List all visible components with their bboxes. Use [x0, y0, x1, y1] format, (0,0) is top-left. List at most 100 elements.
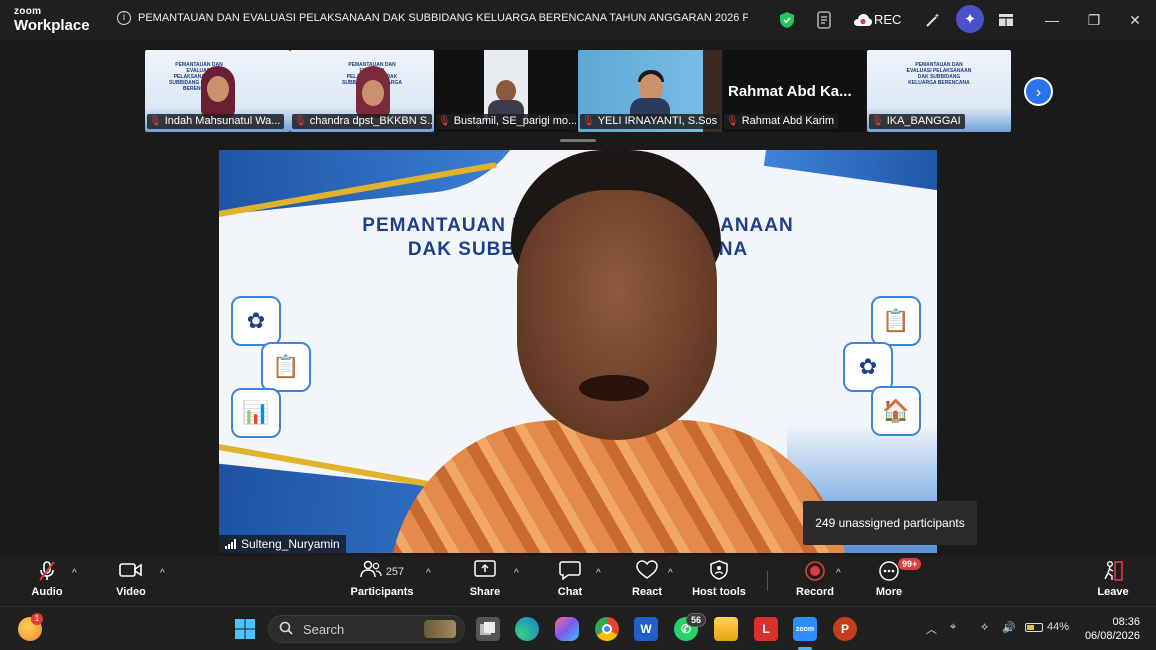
leave-icon [1102, 560, 1124, 584]
video-button[interactable]: Video [114, 560, 148, 604]
chat-options-caret[interactable]: ^ [596, 568, 601, 579]
participants-count: 257 [385, 566, 405, 578]
participant-name-tag: 🎙 YELI IRNAYANTI, S.Sos [580, 114, 720, 129]
record-button[interactable]: Record [796, 560, 834, 604]
participant-video [630, 66, 670, 120]
video-camera-icon [119, 560, 143, 584]
word-icon[interactable]: W [634, 617, 658, 641]
more-dots-icon [878, 560, 900, 584]
participant-tile[interactable]: PEMANTAUAN DAN EVALUASI PELAKSANAAN DAK … [145, 50, 290, 132]
heart-icon [636, 560, 658, 584]
zoom-logo: zoom Workplace [14, 6, 90, 34]
speaker-name-tag: Sulteng_Nuryamin [219, 535, 346, 553]
resize-handle[interactable] [560, 139, 596, 142]
shield-check-icon[interactable] [777, 10, 797, 30]
chevron-right-icon: › [1035, 84, 1042, 101]
participant-name-placeholder: Rahmat Abd Ka... [728, 83, 852, 100]
meeting-toolbar: Audio ^ Video ^ 257 Participants ^ Share… [0, 556, 1156, 606]
file-explorer-icon[interactable] [714, 617, 738, 641]
powerpoint-icon[interactable]: P [833, 617, 857, 641]
clipboard-check-icon: 📋 [871, 296, 921, 346]
participant-tile[interactable]: Rahmat Abd Ka... 🎙 Rahmat Abd Karim [722, 50, 866, 132]
ai-companion-button[interactable]: ✦ [956, 5, 984, 33]
share-options-caret[interactable]: ^ [514, 568, 519, 579]
participant-name-tag: 🎙 IKA_BANGGAI [869, 114, 965, 129]
participant-video [197, 66, 237, 118]
rec-label: REC [874, 12, 902, 27]
edge-browser-icon[interactable] [515, 617, 539, 641]
notification-badge: 1 [31, 613, 43, 625]
record-options-caret[interactable]: ^ [836, 568, 841, 579]
meeting-title: PEMANTAUAN DAN EVALUASI PELAKSANAAN DAK … [138, 12, 748, 24]
next-page-button[interactable]: › [1024, 77, 1053, 106]
muted-mic-icon: 🎙 [582, 116, 595, 127]
video-options-caret[interactable]: ^ [160, 568, 165, 579]
network-icon[interactable]: ⟡ [981, 621, 988, 634]
react-options-caret[interactable]: ^ [668, 568, 673, 579]
participant-name-tag: 🎙 chandra dpst_BKKBN S... [292, 114, 432, 129]
share-button[interactable]: Share [468, 560, 502, 604]
shield-icon [710, 560, 728, 584]
signal-strength-icon [225, 539, 236, 549]
system-clock[interactable]: 08:36 06/08/2026 [1082, 615, 1140, 643]
participant-video [484, 50, 528, 122]
participants-icon [360, 560, 382, 584]
title-bar: zoom Workplace i PEMANTAUAN DAN EVALUASI… [0, 0, 1156, 40]
volume-icon[interactable]: 🔊 [1002, 621, 1016, 634]
participant-tile[interactable]: PEMANTAUAN DAN EVALUASI PELAKSANAAN DAK … [867, 50, 1011, 132]
participant-strip: PEMANTAUAN DAN EVALUASI PELAKSANAAN DAK … [0, 40, 1156, 140]
windows-start-icon[interactable] [233, 617, 257, 641]
audio-options-caret[interactable]: ^ [72, 568, 77, 579]
muted-mic-icon: 🎙 [871, 116, 884, 127]
muted-mic-icon: 🎙 [726, 116, 739, 127]
minimize-button[interactable]: — [1042, 10, 1062, 30]
participant-tile[interactable]: 🎙 Bustamil, SE_parigi mo... [434, 50, 578, 132]
windows-taskbar: 1 Search W ✆ 56 L zoom P ︿ ⌖ ⟡ 🔊 44% 08:… [0, 606, 1156, 650]
participants-options-caret[interactable]: ^ [426, 568, 431, 579]
magic-wand-icon[interactable] [923, 10, 943, 30]
host-tools-button[interactable]: Host tools [690, 560, 748, 604]
battery-indicator[interactable]: 44% [1025, 621, 1069, 633]
building-icon: 🏠 [871, 386, 921, 436]
whatsapp-badge: 56 [686, 613, 707, 627]
chrome-icon[interactable] [595, 617, 619, 641]
slide-thumb-title: PEMANTAUAN DAN EVALUASI PELAKSANAAN DAK … [906, 62, 972, 86]
notes-icon[interactable] [814, 10, 834, 30]
muted-mic-icon: 🎙 [438, 116, 451, 127]
tray-chevron-icon[interactable]: ︿ [926, 621, 937, 637]
restore-button[interactable]: ❐ [1084, 10, 1104, 30]
react-button[interactable]: React [630, 560, 664, 604]
clipboard-check-icon: 📋 [261, 342, 311, 392]
leave-button[interactable]: Leave [1096, 560, 1130, 604]
audio-button[interactable]: Audio [30, 560, 64, 604]
family-logo-icon: ✿ [231, 296, 281, 346]
chat-button[interactable]: Chat [553, 560, 587, 604]
brand-top: zoom [14, 6, 42, 17]
sparkle-icon: ✦ [963, 11, 977, 28]
close-button[interactable]: ✕ [1125, 10, 1145, 30]
participant-tile[interactable]: 🎙 YELI IRNAYANTI, S.Sos [578, 50, 722, 132]
info-icon[interactable]: i [117, 11, 131, 25]
participants-button[interactable]: 257 Participants [350, 560, 414, 604]
participant-name-tag: 🎙 Bustamil, SE_parigi mo... [436, 114, 576, 129]
cloud-record-icon[interactable] [853, 10, 873, 30]
participant-name-tag: 🎙 Indah Mahsunatul Wa... [147, 114, 285, 129]
copilot-icon[interactable] [555, 617, 579, 641]
active-speaker-video: PEMANTAUAN D AKSANAAN DAK SUBBIDA CANA ✿… [219, 150, 937, 553]
app-l-icon[interactable]: L [754, 617, 778, 641]
zoom-app-icon[interactable]: zoom [793, 617, 817, 641]
taskbar-search[interactable]: Search [268, 615, 465, 643]
participant-tile[interactable]: PEMANTAUAN DAN EVALUASI PELAKSANAAN DAK … [290, 50, 434, 132]
gallery-layout-icon[interactable] [996, 10, 1016, 30]
location-icon[interactable]: ⌖ [950, 621, 956, 634]
mic-muted-icon [37, 560, 57, 584]
speaker-figure [389, 150, 849, 553]
chart-search-icon: 📊 [231, 388, 281, 438]
search-icon [279, 621, 293, 638]
brand-bottom: Workplace [14, 17, 90, 34]
unassigned-participants-tooltip: 249 unassigned participants [803, 501, 977, 545]
task-view-icon[interactable] [476, 617, 500, 641]
muted-mic-icon: 🎙 [149, 116, 162, 127]
participant-name-tag: 🎙 Rahmat Abd Karim [724, 114, 839, 129]
more-badge: 99+ [898, 558, 922, 570]
